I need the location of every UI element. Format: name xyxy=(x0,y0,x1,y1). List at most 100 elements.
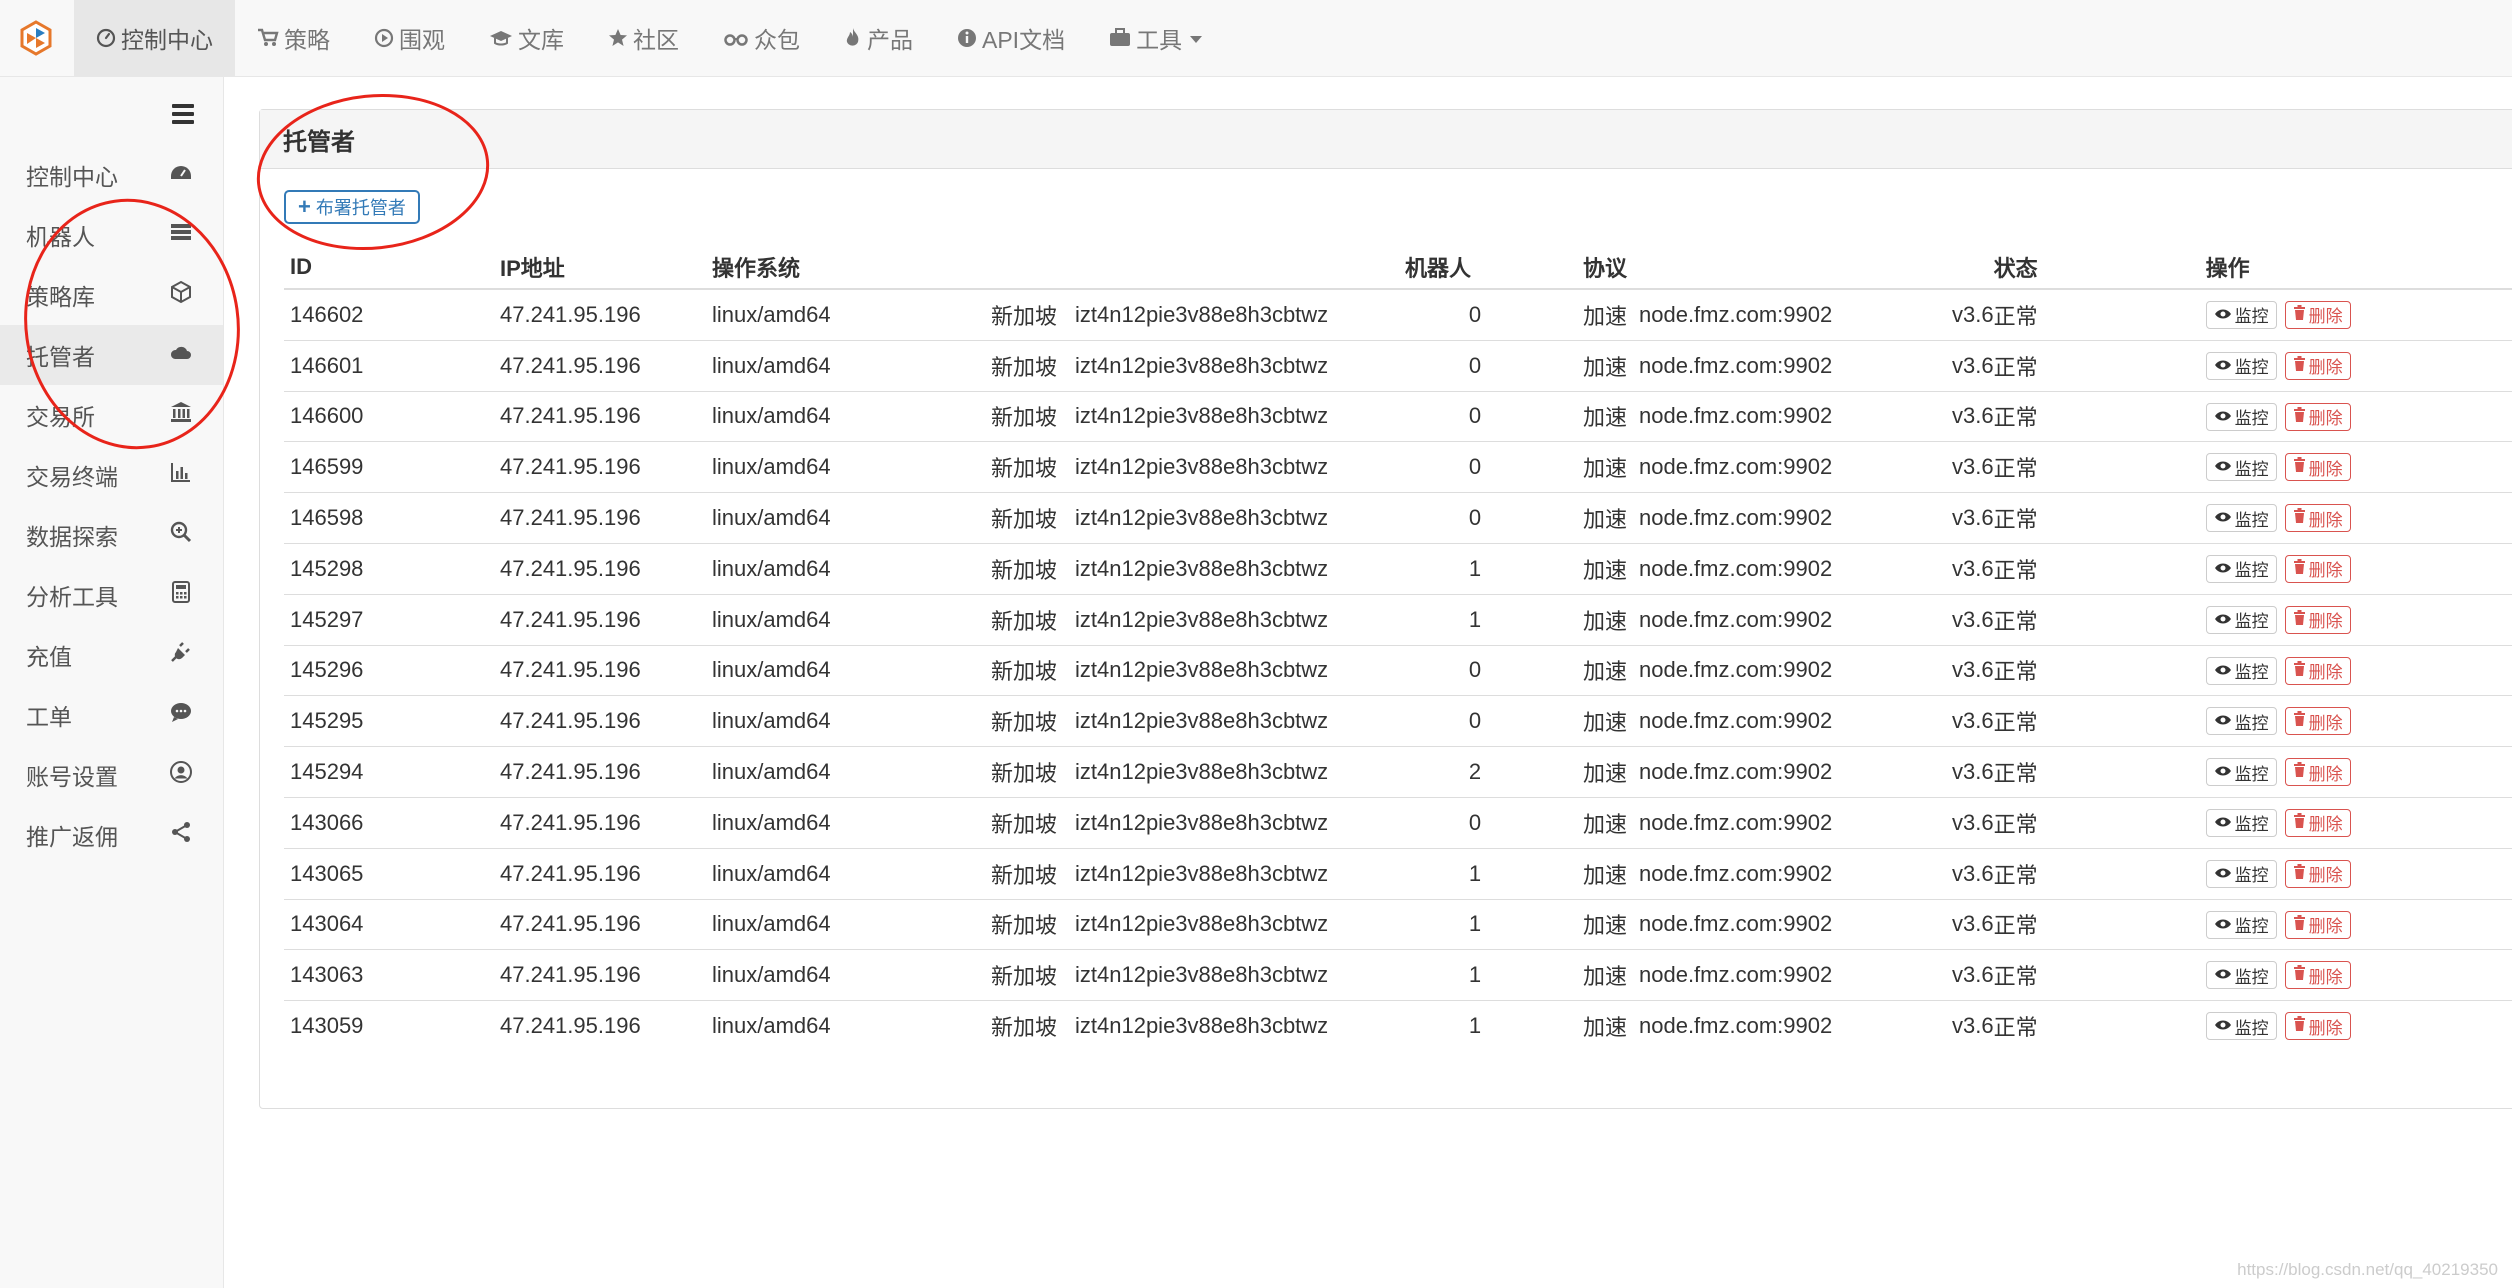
col-header-robots[interactable]: 机器人 xyxy=(1405,246,1545,290)
sidebar-item-0[interactable]: 控制中心 xyxy=(0,145,223,205)
delete-button[interactable]: 删除 xyxy=(2284,808,2351,837)
monitor-button[interactable]: 监控 xyxy=(2205,961,2277,990)
cell-ver: v3.6 xyxy=(1952,593,1994,646)
sidebar-item-4[interactable]: 交易所 xyxy=(0,385,223,445)
fmz-logo[interactable] xyxy=(18,20,54,56)
monitor-button[interactable]: 监控 xyxy=(2205,707,2277,736)
cell-speed: 加速 xyxy=(1545,288,1639,341)
cell-key: izt4n12pie3v88e8h3cbtwz xyxy=(1075,898,1405,950)
cell-status: 正常 xyxy=(1993,339,2206,392)
table-row: 145295 47.241.95.196 linux/amd64 新加坡 izt4n12… xyxy=(284,695,2512,747)
delete-button[interactable]: 删除 xyxy=(2284,1012,2351,1041)
cell-node: node.fmz.com:9902 xyxy=(1639,898,1952,950)
cell-node: node.fmz.com:9902 xyxy=(1639,644,1952,696)
topnav-item-3[interactable]: 文库 xyxy=(467,0,586,76)
delete-label: 删除 xyxy=(2308,409,2343,429)
eye-icon xyxy=(2214,762,2235,782)
cell-ip: 47.241.95.196 xyxy=(500,492,712,544)
eye-icon xyxy=(2214,1016,2235,1036)
monitor-button[interactable]: 监控 xyxy=(2205,300,2277,329)
sidebar-item-label: 账号设置 xyxy=(26,764,118,790)
delete-button[interactable]: 删除 xyxy=(2284,961,2351,990)
col-header-key xyxy=(1075,246,1405,290)
cell-status: 正常 xyxy=(1993,746,2206,798)
cell-node: node.fmz.com:9902 xyxy=(1639,492,1952,544)
col-header-status[interactable]: 状态 xyxy=(1993,246,2206,290)
delete-button[interactable]: 删除 xyxy=(2284,910,2351,939)
monitor-button[interactable]: 监控 xyxy=(2205,910,2277,939)
delete-button[interactable]: 删除 xyxy=(2284,554,2351,583)
hamburger-menu-icon[interactable] xyxy=(172,104,194,128)
topnav-item-6[interactable]: 产品 xyxy=(822,0,935,76)
monitor-button[interactable]: 监控 xyxy=(2205,504,2277,533)
sidebar-item-5[interactable]: 交易终端 xyxy=(0,445,223,505)
monitor-button[interactable]: 监控 xyxy=(2205,1012,2277,1041)
sidebar-item-10[interactable]: 账号设置 xyxy=(0,745,223,805)
cell-id: 143066 xyxy=(284,796,500,849)
eye-icon xyxy=(2214,610,2235,630)
cell-speed: 加速 xyxy=(1545,542,1639,595)
delete-label: 删除 xyxy=(2308,967,2343,987)
topnav-item-2[interactable]: 围观 xyxy=(352,0,467,76)
topnav-label: 围观 xyxy=(399,27,445,53)
eye-icon xyxy=(2214,407,2235,427)
delete-button[interactable]: 删除 xyxy=(2284,859,2351,888)
cell-ver: v3.6 xyxy=(1952,1000,1994,1051)
sidebar-item-6[interactable]: 数据探索 xyxy=(0,505,223,565)
eye-icon xyxy=(2214,508,2235,528)
monitor-button[interactable]: 监控 xyxy=(2205,351,2277,380)
sidebar-item-8[interactable]: 充值 xyxy=(0,625,223,685)
cell-ver: v3.6 xyxy=(1952,847,1994,900)
delete-button[interactable]: 删除 xyxy=(2284,351,2351,380)
sidebar-item-label: 充值 xyxy=(26,644,72,670)
col-header-ops: 操作 xyxy=(2205,246,2512,290)
sidebar-item-1[interactable]: 机器人 xyxy=(0,205,223,265)
monitor-button[interactable]: 监控 xyxy=(2205,554,2277,583)
sidebar-item-9[interactable]: 工单 xyxy=(0,685,223,745)
delete-button[interactable]: 删除 xyxy=(2284,605,2351,634)
col-header-os[interactable]: 操作系统 xyxy=(712,246,991,290)
deploy-host-button[interactable]: + 布署托管者 xyxy=(284,190,420,224)
monitor-button[interactable]: 监控 xyxy=(2205,656,2277,685)
monitor-button[interactable]: 监控 xyxy=(2205,453,2277,482)
cell-ip: 47.241.95.196 xyxy=(500,339,712,392)
topnav-label: 文库 xyxy=(518,27,564,53)
panel-title: 托管者 xyxy=(260,110,2512,169)
sidebar-item-3[interactable]: 托管者 xyxy=(0,325,223,385)
monitor-button[interactable]: 监控 xyxy=(2205,758,2277,787)
monitor-button[interactable]: 监控 xyxy=(2205,859,2277,888)
hosts-table-body: 146602 47.241.95.196 linux/amd64 新加坡 izt4n12… xyxy=(284,288,2512,1051)
col-header-id[interactable]: ID xyxy=(284,246,500,290)
trash-icon xyxy=(2293,812,2309,833)
delete-button[interactable]: 删除 xyxy=(2284,707,2351,736)
col-header-protocol[interactable]: 协议 xyxy=(1545,246,1639,290)
topnav-item-5[interactable]: 众包 xyxy=(701,0,822,76)
sidebar: 控制中心 机器人 策略库 托管者 交易所 交易终端 数据探索 分析工具充值工单账号设置推广返佣 xyxy=(0,77,224,1288)
delete-button[interactable]: 删除 xyxy=(2284,656,2351,685)
topnav-item-8[interactable]: 工具 xyxy=(1087,0,1224,76)
cell-speed: 加速 xyxy=(1545,746,1639,798)
eye-icon xyxy=(2214,813,2235,833)
cell-ip: 47.241.95.196 xyxy=(500,542,712,595)
col-header-ip[interactable]: IP地址 xyxy=(500,246,712,290)
cell-ver: v3.6 xyxy=(1952,339,1994,392)
cell-status: 正常 xyxy=(1993,593,2206,646)
topnav-item-7[interactable]: API文档 xyxy=(935,0,1087,76)
topnav-item-1[interactable]: 策略 xyxy=(235,0,352,76)
sidebar-item-2[interactable]: 策略库 xyxy=(0,265,223,325)
delete-button[interactable]: 删除 xyxy=(2284,758,2351,787)
cell-os: linux/amd64 xyxy=(712,1000,991,1051)
delete-button[interactable]: 删除 xyxy=(2284,504,2351,533)
sidebar-item-11[interactable]: 推广返佣 xyxy=(0,805,223,865)
cell-id: 145294 xyxy=(284,746,500,798)
monitor-button[interactable]: 监控 xyxy=(2205,808,2277,837)
topnav-item-4[interactable]: 社区 xyxy=(586,0,701,76)
delete-button[interactable]: 删除 xyxy=(2284,402,2351,431)
topnav-item-0[interactable]: 控制中心 xyxy=(74,0,235,76)
plug-icon xyxy=(169,640,193,670)
delete-button[interactable]: 删除 xyxy=(2284,453,2351,482)
sidebar-item-7[interactable]: 分析工具 xyxy=(0,565,223,625)
delete-button[interactable]: 删除 xyxy=(2284,300,2351,329)
monitor-button[interactable]: 监控 xyxy=(2205,605,2277,634)
monitor-button[interactable]: 监控 xyxy=(2205,402,2277,431)
